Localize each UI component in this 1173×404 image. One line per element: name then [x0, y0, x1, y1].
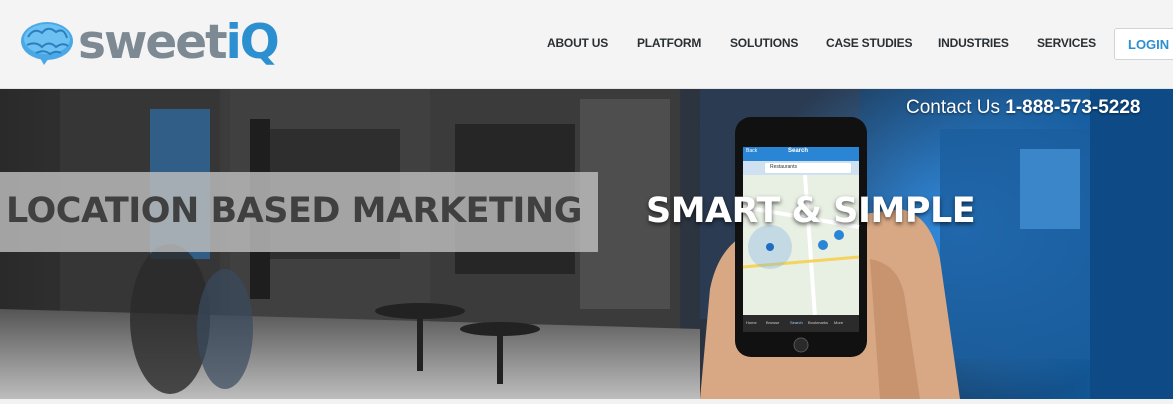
contact-phone[interactable]: 1-888-573-5228 [1005, 97, 1140, 118]
login-label: LOGIN [1128, 37, 1170, 52]
nav-industries[interactable]: INDUSTRIES [938, 36, 1009, 50]
hero-headline: LOCATION BASED MARKETING [6, 191, 582, 231]
contact-us[interactable]: Contact Us 1-888-573-5228 [906, 97, 1140, 119]
phone-tab-browse: Browse [766, 320, 780, 325]
nav-platform[interactable]: PLATFORM [637, 36, 701, 50]
phone-tab-bookmarks: Bookmarks [808, 320, 829, 325]
phone-back-label: Back [746, 148, 758, 154]
phone-screen-title: Search [788, 148, 809, 154]
nav-about-us[interactable]: ABOUT US [547, 36, 608, 50]
nav-case-studies[interactable]: CASE STUDIES [826, 36, 912, 50]
hero-tagline: SMART & SIMPLE [646, 191, 976, 231]
phone-tab-home: Home [746, 320, 757, 325]
phone-tab-more: More [834, 320, 844, 325]
phone-search-value: Restaurants [770, 164, 797, 170]
nav-services[interactable]: SERVICES [1037, 36, 1096, 50]
main-nav: ABOUT US PLATFORM SOLUTIONS CASE STUDIES… [0, 28, 1173, 60]
login-button[interactable]: LOGIN [1114, 28, 1173, 60]
hero-banner: Search Back Restaurants Home Browse Sear… [0, 89, 1173, 399]
phone-tab-search: Search [790, 320, 803, 325]
page-bottom-strip [0, 399, 1173, 404]
site-header: sweetiQ ABOUT US PLATFORM SOLUTIONS CASE… [0, 0, 1173, 89]
contact-label: Contact Us [906, 97, 1000, 118]
nav-solutions[interactable]: SOLUTIONS [730, 36, 798, 50]
